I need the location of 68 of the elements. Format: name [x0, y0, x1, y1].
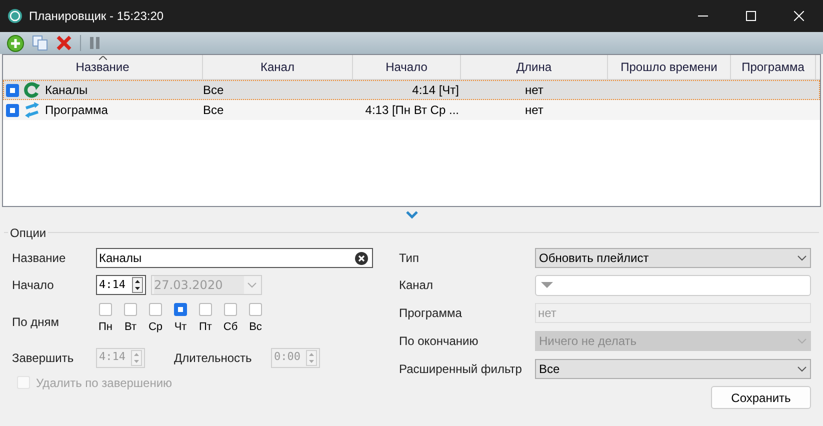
clear-icon[interactable]: [355, 252, 368, 264]
field-label: Завершить: [12, 350, 74, 364]
copy-icon[interactable]: [32, 35, 48, 51]
chevron-down-icon: [797, 338, 807, 344]
day-label: Пн: [98, 320, 112, 335]
name-field[interactable]: Каналы: [96, 248, 373, 268]
chevron-down-icon: [797, 255, 807, 261]
table-cell: нет: [525, 103, 544, 117]
save-button[interactable]: Сохранить: [711, 386, 811, 409]
day-label: Чт: [174, 320, 187, 335]
clock-icon: [7, 8, 23, 24]
field-label: Начало: [12, 278, 54, 292]
day-checkbox[interactable]: [174, 303, 187, 316]
table-cell-text: 4:14 [Чт]: [412, 82, 459, 99]
column-header[interactable]: Начало: [353, 55, 461, 79]
sync-arrows-icon: [23, 102, 41, 118]
day-checkbox[interactable]: [124, 303, 137, 316]
table-cell: Все: [203, 103, 224, 117]
field-label: Расширенный фильтр: [399, 362, 522, 376]
day-checkbox[interactable]: [249, 303, 262, 316]
table-cell: нет: [525, 83, 544, 97]
column-header[interactable]: Название: [3, 55, 203, 79]
checkbox[interactable]: [6, 104, 19, 116]
window-title: Планировщик - 15:23:20: [29, 8, 164, 25]
column-header[interactable]: Канал: [203, 55, 353, 79]
checkbox[interactable]: [6, 84, 19, 96]
close-icon[interactable]: [794, 11, 804, 21]
day-label: Вт: [124, 320, 136, 335]
table-cell: Все: [203, 83, 224, 97]
day-label: Вс: [249, 320, 262, 335]
add-icon[interactable]: [7, 34, 24, 52]
type-dropdown[interactable]: Обновить плейлист: [535, 248, 811, 268]
chevron-down-icon: [797, 366, 807, 372]
channel-field[interactable]: [535, 274, 811, 296]
table-cell-text: Каналы: [45, 82, 88, 99]
column-header[interactable]: Длина: [461, 55, 608, 79]
program-field: нет: [535, 303, 811, 323]
chevron-down-icon: [247, 282, 257, 288]
pause-icon[interactable]: [89, 36, 101, 50]
caret-icon: [541, 282, 553, 288]
column-header[interactable]: Программа: [731, 55, 816, 79]
checkbox-label: Удалить по завершению: [36, 374, 172, 392]
field-label: Тип: [399, 251, 420, 265]
day-checkbox[interactable]: [149, 303, 162, 316]
table-cell-text: 4:13 [Пн Вт Ср ...: [365, 102, 459, 119]
time-field[interactable]: 4:14: [96, 275, 146, 295]
maximize-icon[interactable]: [746, 11, 756, 21]
field-label: По окончанию: [399, 334, 478, 348]
expand-chevron-icon[interactable]: [406, 211, 418, 219]
day-checkbox[interactable]: [199, 303, 212, 316]
refresh-icon: [23, 82, 41, 98]
column-header[interactable]: Прошло времени: [608, 55, 731, 79]
field-label: По дням: [12, 315, 60, 330]
spin-arrows-icon[interactable]: [132, 277, 143, 293]
filter-dropdown[interactable]: Все: [535, 359, 811, 379]
day-checkbox[interactable]: [224, 303, 237, 316]
day-label: Пт: [199, 320, 212, 335]
field-label: Программа: [399, 306, 462, 320]
day-label: Сб: [223, 320, 238, 335]
field-label: Название: [12, 251, 66, 265]
table-row[interactable]: Каналы Все 4:14 [Чт] нет: [3, 80, 820, 100]
table-cell-text: Программа: [45, 102, 108, 119]
delete-icon[interactable]: [56, 35, 72, 51]
day-label: Ср: [148, 320, 163, 335]
table-row[interactable]: Программа Все 4:13 [Пн Вт Ср ... нет: [3, 100, 820, 120]
field-label: Канал: [399, 278, 433, 292]
day-checkbox[interactable]: [99, 303, 112, 316]
field-label: Длительность: [174, 350, 252, 364]
